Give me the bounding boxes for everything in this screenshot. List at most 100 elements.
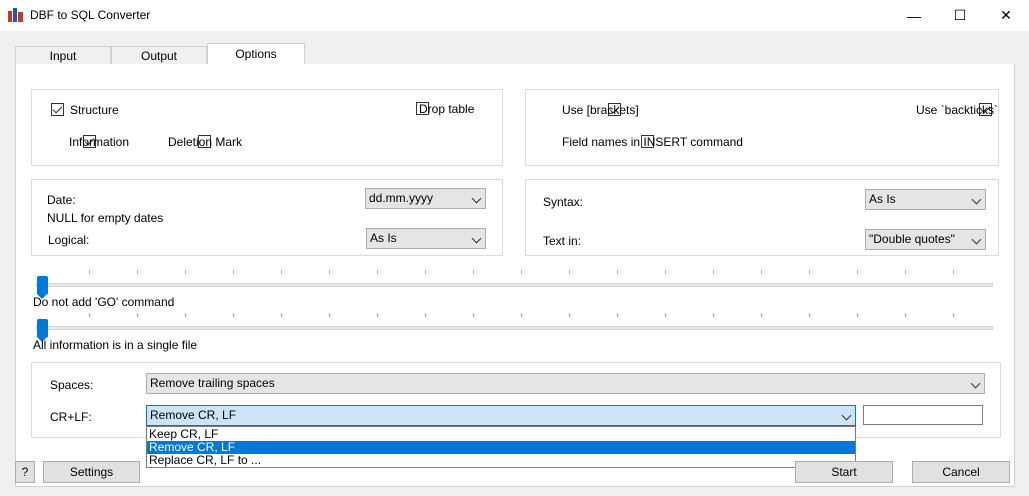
slider-tick: [425, 270, 426, 274]
crlf-label: CR+LF:: [50, 410, 92, 424]
null-dates-label: NULL for empty dates: [47, 211, 164, 225]
slider-tick: [377, 270, 378, 274]
tab-input-label: Input: [49, 49, 77, 63]
logical-value: As Is: [370, 231, 397, 245]
tab-options[interactable]: Options: [207, 43, 305, 65]
slider-tick: [233, 313, 234, 317]
slider-tick: [905, 313, 906, 317]
maximize-icon: ☐: [953, 7, 967, 23]
slider-tick: [377, 313, 378, 317]
slider-tick: [713, 313, 714, 317]
slider-tick: [905, 270, 906, 274]
start-button[interactable]: Start: [795, 461, 893, 483]
go-command-slider-track[interactable]: [36, 283, 993, 287]
slider-tick: [761, 313, 762, 317]
slider-tick: [953, 270, 954, 274]
maximize-button[interactable]: ☐: [937, 0, 983, 31]
information-label: Information: [69, 135, 130, 149]
go-command-slider-thumb[interactable]: [37, 276, 48, 299]
syntax-value: As Is: [869, 192, 896, 206]
slider-tick: [713, 270, 714, 274]
tab-input[interactable]: Input: [15, 46, 111, 65]
slider-tick: [137, 313, 138, 317]
window-title: DBF to SQL Converter: [30, 8, 151, 22]
use-brackets-label: Use [brackets]: [562, 103, 639, 117]
slider-tick: [857, 270, 858, 274]
chevron-down-icon: [841, 410, 852, 421]
slider-tick: [809, 270, 810, 274]
crlf-value: Remove CR, LF: [150, 408, 237, 422]
text-in-value: "Double quotes": [869, 232, 955, 246]
slider-tick: [569, 270, 570, 274]
help-label: ?: [21, 465, 29, 479]
chevron-down-icon: [971, 234, 982, 245]
file-split-slider-thumb[interactable]: [37, 319, 48, 342]
quoting-group: [525, 89, 999, 166]
slider-tick: [521, 270, 522, 274]
slider-tick: [185, 313, 186, 317]
slider-tick: [473, 270, 474, 274]
settings-label: Settings: [69, 465, 114, 479]
file-split-caption: All information is in a single file: [33, 338, 198, 352]
slider-tick: [617, 270, 618, 274]
date-label: Date:: [47, 193, 76, 207]
start-label: Start: [831, 465, 857, 479]
slider-tick: [89, 270, 90, 274]
syntax-select[interactable]: As Is: [865, 189, 986, 210]
date-format-select[interactable]: dd.mm.yyyy: [365, 188, 486, 209]
text-in-label: Text in:: [543, 234, 582, 248]
logical-label: Logical:: [48, 233, 90, 247]
syntax-label: Syntax:: [543, 195, 584, 209]
tab-output[interactable]: Output: [111, 46, 207, 65]
close-icon: ✕: [1000, 7, 1012, 23]
slider-tick: [809, 313, 810, 317]
crlf-dropdown-list: Keep CR, LF Remove CR, LF Replace CR, LF…: [146, 426, 856, 468]
cancel-button[interactable]: Cancel: [912, 461, 1010, 483]
slider-tick: [329, 270, 330, 274]
text-in-select[interactable]: "Double quotes": [865, 229, 986, 250]
settings-button[interactable]: Settings: [43, 461, 140, 483]
file-split-slider-track[interactable]: [36, 326, 993, 330]
slider-tick: [329, 313, 330, 317]
minimize-icon: —: [907, 7, 921, 24]
slider-tick: [665, 270, 666, 274]
slider-tick: [953, 313, 954, 317]
replace-text-input[interactable]: [863, 405, 983, 425]
slider-tick: [233, 270, 234, 274]
date-format-value: dd.mm.yyyy: [369, 191, 434, 205]
slider-tick: [425, 313, 426, 317]
slider-tick: [137, 270, 138, 274]
deletion-mark-label: Deletion Mark: [168, 135, 243, 149]
spaces-value: Remove trailing spaces: [150, 376, 275, 390]
chevron-down-icon: [471, 193, 482, 204]
slider-tick: [617, 313, 618, 317]
close-button[interactable]: ✕: [983, 0, 1029, 31]
structure-group: [31, 89, 503, 166]
slider-tick: [281, 313, 282, 317]
go-command-caption: Do not add 'GO' command: [33, 295, 175, 309]
help-button[interactable]: ?: [15, 461, 35, 483]
use-backticks-label: Use `backticks`: [916, 103, 999, 117]
slider-tick: [185, 270, 186, 274]
crlf-option-replace[interactable]: Replace CR, LF to ...: [147, 454, 855, 467]
slider-tick: [665, 313, 666, 317]
slider-tick: [281, 270, 282, 274]
slider-tick: [857, 313, 858, 317]
crlf-select[interactable]: Remove CR, LF: [146, 405, 856, 426]
slider-tick: [521, 313, 522, 317]
structure-label: Structure: [70, 103, 119, 117]
minimize-button[interactable]: —: [891, 0, 937, 31]
drop-table-label: Drop table: [419, 102, 475, 116]
spaces-select[interactable]: Remove trailing spaces: [146, 373, 985, 394]
slider-tick: [473, 313, 474, 317]
logical-select[interactable]: As Is: [366, 228, 486, 249]
cancel-label: Cancel: [942, 465, 980, 479]
structure-checkbox[interactable]: [51, 103, 64, 116]
crlf-option-keep[interactable]: Keep CR, LF: [147, 428, 855, 441]
tab-output-label: Output: [140, 49, 178, 63]
spaces-label: Spaces:: [50, 378, 94, 392]
slider-tick: [761, 270, 762, 274]
slider-tick: [89, 313, 90, 317]
chevron-down-icon: [971, 194, 982, 205]
tab-options-label: Options: [235, 47, 277, 61]
